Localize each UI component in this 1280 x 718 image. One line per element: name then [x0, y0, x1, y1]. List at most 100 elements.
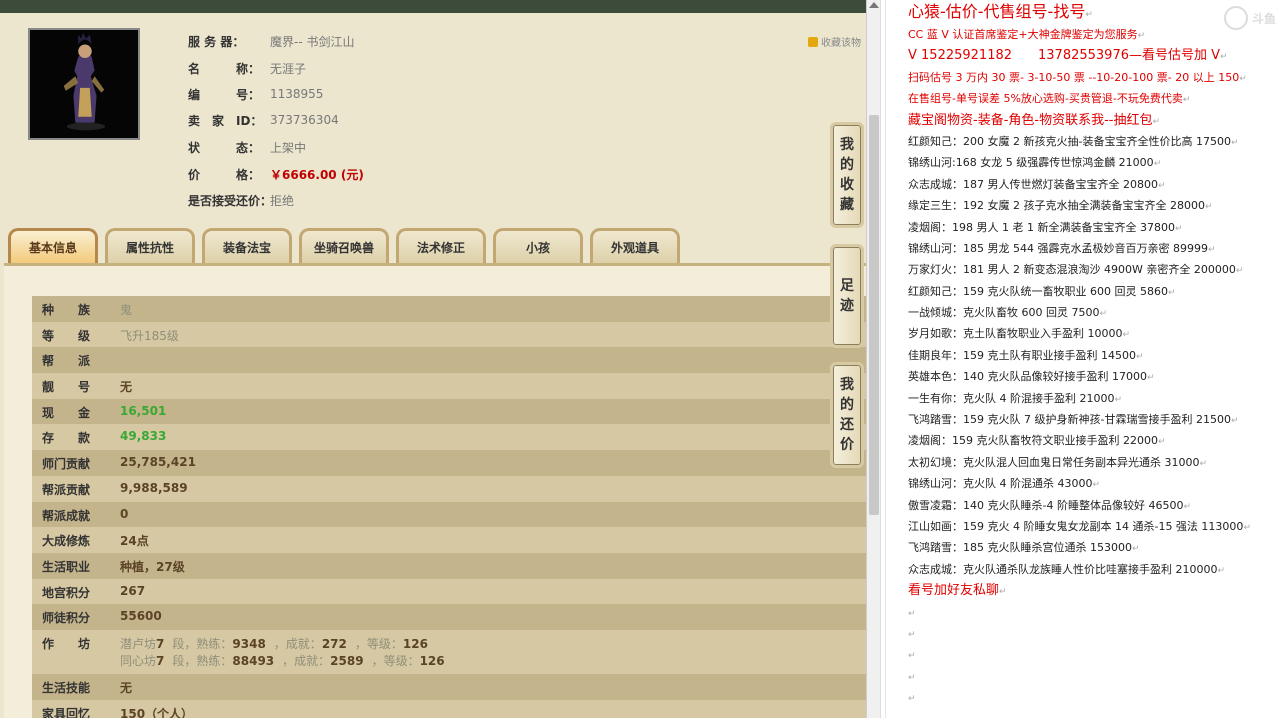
- scrollbar-thumb[interactable]: [869, 115, 879, 515]
- attribute-row: 地宫积分 267: [32, 578, 866, 605]
- attribute-label: 家具回忆: [42, 706, 91, 718]
- tab-equipment[interactable]: 装备法宝: [202, 228, 292, 264]
- workshop-line: 同心坊7 段，熟练：88493 ，成就：2589 ，等级：126: [120, 652, 453, 669]
- attribute-value: 种植，27级: [120, 559, 185, 574]
- document-line-text: V 15225921182 13782553976—看号估号加 V: [908, 48, 1221, 64]
- tab-bar: 基本信息 属性抗性 装备法宝 坐骑召唤兽 法术修正 小孩 外观道具: [8, 228, 680, 264]
- game-listing-panel: 服 务 器： 魔界-- 书剑江山 名 称： 无涯子 编 号： 1138955 卖…: [0, 0, 880, 718]
- tab-attributes[interactable]: 属性抗性: [105, 228, 195, 264]
- paragraph-mark: ↵: [1235, 266, 1244, 277]
- document-line: 扫码估号 3 万内 30 票- 3-10-50 票 --10-20-100 票-…: [908, 67, 1276, 88]
- paragraph-mark: ↵: [1183, 501, 1191, 512]
- paragraph-mark: ↵: [908, 651, 916, 662]
- favorite-link[interactable]: 收藏该物: [808, 34, 861, 49]
- document-line: 江山如画：159 克火 4 阶睡女鬼女龙副本 14 通杀-15 强法 11300…: [908, 516, 1276, 537]
- document-line-text: 一生有你：克火队 4 阶混接手盈利 21000: [908, 391, 1115, 405]
- price-row: 价 格： ￥6666.00 (元): [188, 164, 364, 184]
- document-line: ↵: [908, 687, 1276, 708]
- document-line: 众志成城：187 男人传世燃灯装备宝宝齐全 20800↵: [908, 174, 1276, 195]
- tab-basic-info[interactable]: 基本信息: [8, 228, 98, 264]
- attribute-row: 生活职业 种植，27级: [32, 552, 866, 579]
- document-line-text: 万家灯火：181 男人 2 新变态混浪淘沙 4900W 亲密齐全 200000: [908, 263, 1236, 277]
- attribute-label: 作 坊: [42, 636, 91, 651]
- document-line: 飞鸿踏雪：185 克火队睡杀宫位通杀 153000↵: [908, 537, 1276, 558]
- name-row: 名 称： 无涯子: [188, 58, 306, 78]
- attribute-label: 师门贡献: [42, 457, 91, 472]
- paragraph-mark: ↵: [908, 629, 916, 640]
- document-line: V 15225921182 13782553976—看号估号加 V↵: [908, 45, 1276, 66]
- document-line-text: 众志成城：克火队通杀队龙族睡人性价比哇塞接手盈利 210000: [908, 562, 1218, 576]
- paragraph-mark: ↵: [1131, 544, 1140, 555]
- document-line: ↵: [908, 644, 1276, 665]
- attribute-label: 生活技能: [42, 680, 91, 695]
- vertical-scrollbar[interactable]: [866, 0, 880, 718]
- attribute-value: 55600: [120, 609, 162, 624]
- tab-appearance[interactable]: 外观道具: [590, 228, 680, 264]
- document-line: 太初幻境：克火队混人回血鬼日常任务副本异光通杀 31000↵: [908, 452, 1276, 473]
- attribute-label: 存 款: [42, 431, 91, 446]
- document-line: ↵: [908, 623, 1276, 644]
- document-line: 在售组号-单号误差 5%放心选购-买贵管退-不玩免费代卖↵: [908, 88, 1276, 109]
- document-line-text: 佳期良年：159 克土队有职业接手盈利 14500: [908, 348, 1136, 362]
- workshop-skill: 9348: [232, 636, 266, 651]
- character-avatar: [28, 28, 140, 140]
- paragraph-mark: ↵: [1199, 458, 1208, 469]
- document-line: 众志成城：克火队通杀队龙族睡人性价比哇塞接手盈利 210000↵: [908, 559, 1276, 580]
- document-line: 佳期良年：159 克土队有职业接手盈利 14500↵: [908, 345, 1276, 366]
- attribute-label: 生活职业: [42, 559, 91, 574]
- id-value: 1138955: [270, 87, 324, 101]
- footprints-button[interactable]: 足 迹: [830, 244, 864, 348]
- scroll-up-icon[interactable]: [869, 2, 879, 8]
- document-line: 一生有你：克火队 4 阶混接手盈利 21000↵: [908, 388, 1276, 409]
- document-line: 傲雪凌霜：140 克火队睡杀-4 阶睡整体品像较好 46500↵: [908, 495, 1276, 516]
- document-line-text: 红颜知己：159 克火队统一畜牧职业 600 回灵 5860: [908, 284, 1168, 298]
- document-line-text: 太初幻境：克火队混人回血鬼日常任务副本异光通杀 31000: [908, 455, 1200, 469]
- tab-spell-mods[interactable]: 法术修正: [396, 228, 486, 264]
- document-line: 一战倾城：克火队畜牧 600 回灵 7500↵: [908, 302, 1276, 323]
- paragraph-mark: ↵: [1157, 437, 1166, 448]
- server-row: 服 务 器： 魔界-- 书剑江山: [188, 31, 354, 51]
- paragraph-mark: ↵: [1157, 180, 1166, 191]
- workshop-ach: 2589: [330, 653, 364, 668]
- document-line-text: 凌烟阁：198 男人 1 老 1 新全满装备宝宝齐全 37800: [908, 220, 1175, 234]
- workshop-skill: 88493: [232, 653, 275, 668]
- my-favorites-char: 收: [840, 177, 854, 193]
- document-line: 英雄本色：140 克火队品像较好接手盈利 17000↵: [908, 366, 1276, 387]
- workshop-name: 潜卢坊: [120, 636, 157, 651]
- document-line: CC 蓝 V 认证首席鉴定+大神金牌鉴定为您服务↵: [908, 24, 1276, 45]
- paragraph-mark: ↵: [1114, 394, 1123, 405]
- document-line-text: 岁月如歌：克土队畜牧职业入手盈利 10000: [908, 327, 1123, 341]
- bargain-row: 是否接受还价： 拒绝: [188, 190, 294, 210]
- bargain-label: 是否接受还价：: [188, 193, 273, 208]
- workshop-lines: 潜卢坊7 段，熟练：9348 ，成就：272 ，等级：126 同心坊7 段，熟练：8849…: [120, 635, 453, 669]
- tab-mounts-pets[interactable]: 坐骑召唤兽: [299, 228, 389, 264]
- document-line: 藏宝阁物资-装备-角色-物资联系我--抽红包↵: [908, 110, 1276, 131]
- document-line: 凌烟阁：198 男人 1 老 1 新全满装备宝宝齐全 37800↵: [908, 217, 1276, 238]
- attribute-row: 大成修炼 24点: [32, 527, 866, 553]
- home-value: 150（个人）: [120, 706, 194, 718]
- attribute-value: 267: [120, 583, 146, 598]
- document-line-text: 锦绣山河：克火队 4 阶混通杀 43000: [908, 477, 1093, 491]
- tab-children[interactable]: 小孩: [493, 228, 583, 264]
- document-line-text: 看号加好友私聊: [908, 583, 1000, 599]
- attribute-row: 家具回忆 150（个人）: [32, 699, 866, 718]
- attribute-row: 种 族鬼: [32, 296, 866, 322]
- document-line: 缘定三生：192 女魔 2 孩子克水抽全满装备宝宝齐全 28000↵: [908, 195, 1276, 216]
- paragraph-mark: ↵: [1217, 565, 1226, 576]
- paragraph-mark: ↵: [1137, 31, 1146, 41]
- price-label: 价 格：: [188, 167, 261, 182]
- document-line-text: 藏宝阁物资-装备-角色-物资联系我--抽红包: [908, 112, 1153, 128]
- server-value: 魔界-- 书剑江山: [270, 34, 355, 49]
- document-line-text: 在售组号-单号误差 5%放心选购-买贵管退-不玩免费代卖: [908, 92, 1183, 106]
- workshop-row: 作 坊潜卢坊7 段，熟练：9348 ，成就：272 ，等级：126 同心坊7 段，熟练：8…: [32, 629, 866, 674]
- my-bargain-button[interactable]: 我 的 还 价: [830, 362, 864, 468]
- paragraph-mark: ↵: [908, 672, 916, 683]
- paragraph-mark: ↵: [1243, 522, 1251, 533]
- document-line-text: 飞鸿踏雪：159 克火队 7 级护身新神孩-甘霖瑞雪接手盈利 21500: [908, 413, 1231, 427]
- paragraph-mark: ↵: [1153, 159, 1162, 170]
- document-line: 凌烟阁：159 克火队畜牧符文职业接手盈利 22000↵: [908, 430, 1276, 451]
- workshop-level-unit: 段，熟练：: [172, 653, 233, 668]
- attribute-value: 24点: [120, 534, 149, 549]
- my-favorites-button[interactable]: 我 的 收 藏: [830, 122, 864, 228]
- document-line-text: 众志成城：187 男人传世燃灯装备宝宝齐全 20800: [908, 177, 1158, 191]
